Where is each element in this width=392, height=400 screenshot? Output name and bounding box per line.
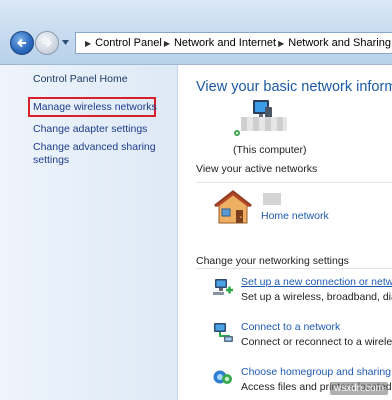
breadcrumb-item-network-internet[interactable]: Network and Internet [174, 37, 276, 49]
setup-connection-desc: Set up a wireless, broadband, dial-up, a… [241, 291, 392, 303]
home-network-link[interactable]: Home network [261, 210, 329, 222]
address-bar: ▶ Control Panel ▶ Network and Internet ▶… [0, 0, 392, 65]
chevron-down-icon [61, 39, 69, 45]
new-connection-icon [213, 279, 233, 295]
homegroup-icon [213, 370, 232, 384]
connect-network-desc: Connect or reconnect to a wireless, wire… [241, 336, 392, 348]
manage-wireless-link[interactable]: Manage wireless networks [33, 101, 157, 114]
change-adapter-link[interactable]: Change adapter settings [33, 123, 147, 136]
homegroup-link[interactable]: Choose homegroup and sharing options [241, 366, 392, 378]
breadcrumb-separator[interactable]: ▶ [85, 39, 91, 48]
divider [196, 268, 392, 269]
active-networks-heading: View your active networks [196, 163, 318, 175]
connect-network-icon [214, 323, 233, 342]
connect-network-link[interactable]: Connect to a network [241, 321, 340, 333]
breadcrumb-separator[interactable]: ▶ [278, 39, 284, 48]
main-content: View your basic network information and … [179, 65, 392, 400]
setup-connection-link[interactable]: Set up a new connection or network [241, 276, 392, 288]
divider [196, 182, 392, 183]
watermark: wsxdn.com [329, 382, 388, 395]
recent-pages-button[interactable] [60, 36, 70, 48]
home-network-icon [214, 190, 252, 224]
computer-name-blurred [241, 117, 287, 131]
page-title: View your basic network information and … [196, 79, 392, 95]
breadcrumb[interactable]: ▶ Control Panel ▶ Network and Internet ▶… [75, 32, 392, 54]
breadcrumb-item-sharing-center[interactable]: Network and Sharing Center [288, 37, 392, 49]
breadcrumb-separator[interactable]: ▶ [164, 39, 170, 48]
forward-button[interactable] [35, 31, 59, 55]
back-arrow-icon [17, 38, 26, 48]
change-settings-heading: Change your networking settings [196, 255, 349, 267]
computer-label: (This computer) [233, 144, 307, 156]
breadcrumb-item-control-panel[interactable]: Control Panel [95, 37, 162, 49]
sidebar: Control Panel Home Manage wireless netwo… [0, 65, 178, 400]
network-name-blurred [263, 193, 281, 205]
control-panel-home-link[interactable]: Control Panel Home [33, 73, 128, 86]
change-sharing-link[interactable]: Change advanced sharing settings [33, 141, 163, 167]
back-button[interactable] [10, 31, 34, 55]
forward-arrow-icon [43, 38, 52, 48]
